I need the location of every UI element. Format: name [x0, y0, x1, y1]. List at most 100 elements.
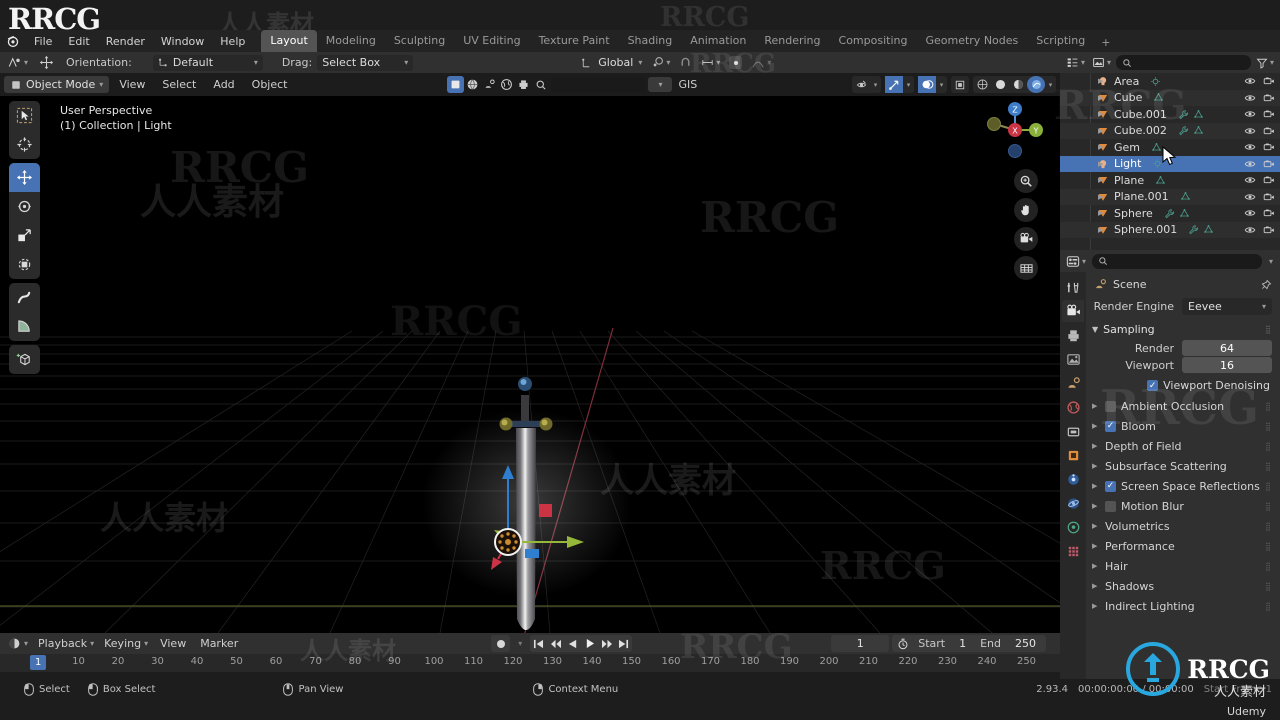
gizmo-caret-icon[interactable]: ▾ [903, 76, 914, 93]
camera-render-visibility-icon[interactable] [1263, 225, 1275, 235]
menu-help[interactable]: Help [212, 32, 253, 51]
camera-render-visibility-icon[interactable] [1263, 76, 1275, 86]
viewport-menu-add[interactable]: Add [206, 76, 241, 93]
eye-visibility-icon[interactable] [1244, 208, 1256, 218]
pin-icon[interactable] [1260, 279, 1272, 291]
start-frame-value[interactable]: 1 [951, 637, 974, 650]
menu-render[interactable]: Render [98, 32, 153, 51]
move-gizmo-icon[interactable] [36, 55, 57, 71]
property-panel-indirect-lighting[interactable]: ▶ Indirect Lighting ⣿ [1086, 596, 1280, 616]
outliner-editor-type-dropdown[interactable]: ▾ [1064, 55, 1087, 71]
camera-render-visibility-icon[interactable] [1263, 192, 1275, 202]
camera-render-visibility-icon[interactable] [1263, 126, 1275, 136]
workspace-tab-geometry-nodes[interactable]: Geometry Nodes [916, 30, 1027, 52]
physics-tab[interactable] [1062, 516, 1084, 538]
property-panel-motion-blur[interactable]: ▶ Motion Blur ⣿ [1086, 496, 1280, 516]
properties-search-input[interactable] [1092, 253, 1262, 269]
current-frame-field[interactable]: 1 [831, 635, 890, 652]
properties-editor[interactable]: ▾ ▾ Scene Render Engine Eevee ▾ ▼ Sampli… [1060, 250, 1280, 679]
outliner-row-plane-001[interactable]: ▶ Plane.001 [1060, 188, 1280, 205]
jump-to-end-button[interactable] [615, 635, 632, 652]
viewport-menu-select[interactable]: Select [155, 76, 203, 93]
gis-import-icon[interactable] [481, 76, 498, 93]
annotate-tool[interactable] [9, 283, 40, 312]
auto-keying-toggle[interactable] [491, 635, 511, 652]
camera-icon[interactable] [1014, 227, 1038, 251]
eye-visibility-icon[interactable] [1244, 76, 1256, 86]
timeline-editor-type-dropdown[interactable]: ▾ [4, 636, 32, 652]
eye-visibility-icon[interactable] [1244, 159, 1256, 169]
properties-options-caret-icon[interactable]: ▾ [1266, 257, 1276, 266]
active-tool-icon[interactable]: ▾ [4, 55, 31, 71]
workspace-tab-shading[interactable]: Shading [619, 30, 682, 52]
scene-tab[interactable] [1062, 372, 1084, 394]
property-panel-subsurface-scattering[interactable]: ▶ Subsurface Scattering ⣿ [1086, 456, 1280, 476]
play-reverse-button[interactable] [564, 635, 581, 652]
outliner-row-cube-002[interactable]: ▶ Cube.002 [1060, 122, 1280, 139]
play-button[interactable] [581, 635, 598, 652]
property-panel-depth-of-field[interactable]: ▶ Depth of Field ⣿ [1086, 436, 1280, 456]
viewport-menu-view[interactable]: View [112, 76, 152, 93]
collection-tab[interactable] [1062, 420, 1084, 442]
eye-visibility-icon[interactable] [1244, 142, 1256, 152]
particles-tab[interactable] [1062, 492, 1084, 514]
pan-hand-icon[interactable] [1014, 198, 1038, 222]
output-tab[interactable] [1062, 324, 1084, 346]
end-frame-value[interactable]: 250 [1007, 637, 1044, 650]
panel-enable-checkbox[interactable]: ✓ [1105, 480, 1116, 492]
render-samples-field[interactable]: 64 [1182, 340, 1272, 356]
eye-visibility-icon[interactable] [1244, 175, 1256, 185]
previous-keyframe-button[interactable] [547, 635, 564, 652]
gis-dropdown-caret-icon[interactable]: ▾ [648, 77, 673, 92]
toggle-xray-icon[interactable] [951, 76, 969, 93]
jump-to-start-button[interactable] [530, 635, 547, 652]
timeline-ruler[interactable]: 1 10 20 30 40 50 60 70 80 90 100 110 120 130 140 150 16… [0, 654, 1060, 672]
world-tab[interactable] [1062, 396, 1084, 418]
add-cube-tool[interactable] [9, 345, 40, 374]
wireframe-shading-icon[interactable] [973, 76, 991, 93]
outliner-filter-dropdown[interactable]: ▾ [1254, 57, 1276, 69]
workspace-tab-texture-paint[interactable]: Texture Paint [530, 30, 619, 52]
property-panel-ambient-occlusion[interactable]: ▶ Ambient Occlusion ⣿ [1086, 396, 1280, 416]
property-panel-hair[interactable]: ▶ Hair ⣿ [1086, 556, 1280, 576]
workspace-tab-animation[interactable]: Animation [681, 30, 755, 52]
grid-icon[interactable] [1014, 256, 1038, 280]
gis-search-input[interactable] [551, 77, 647, 92]
cursor-tool[interactable] [9, 130, 40, 159]
render-tab[interactable] [1062, 300, 1084, 322]
eye-visibility-icon[interactable] [1244, 126, 1256, 136]
show-gizmo-icon[interactable] [885, 76, 903, 93]
panel-enable-checkbox[interactable] [1105, 400, 1116, 412]
object-visibility-icon[interactable] [852, 76, 870, 93]
pivot-point-dropdown[interactable]: ▾ [648, 55, 673, 71]
panel-enable-checkbox[interactable] [1105, 500, 1116, 512]
outliner-row-area[interactable]: ▶ Area [1060, 73, 1280, 90]
camera-render-visibility-icon[interactable] [1263, 142, 1275, 152]
overlay-caret-icon[interactable]: ▾ [936, 76, 947, 93]
object-tab[interactable] [1062, 444, 1084, 466]
next-keyframe-button[interactable] [598, 635, 615, 652]
timeline-playhead[interactable]: 1 [30, 655, 47, 670]
outliner-row-plane[interactable]: ▶ Plane [1060, 172, 1280, 189]
show-overlays-icon[interactable] [918, 76, 936, 93]
workspace-tab-compositing[interactable]: Compositing [830, 30, 917, 52]
transform-orientation-dropdown[interactable]: Global ▾ [578, 55, 645, 71]
eye-visibility-icon[interactable] [1244, 93, 1256, 103]
workspace-tab-rendering[interactable]: Rendering [755, 30, 829, 52]
proportional-editing-toggle[interactable] [726, 55, 745, 71]
move-tool[interactable] [9, 163, 40, 192]
timeline-editor[interactable]: ▾ Playback ▾ Keying ▾ View Marker ▾ 1 St… [0, 627, 1060, 679]
timeline-menu-marker[interactable]: Marker [194, 635, 244, 652]
render-engine-dropdown[interactable]: Eevee ▾ [1182, 298, 1272, 315]
scale-tool[interactable] [9, 221, 40, 250]
shading-caret-icon[interactable]: ▾ [1045, 76, 1056, 93]
camera-render-visibility-icon[interactable] [1263, 93, 1275, 103]
solid-shading-icon[interactable] [991, 76, 1009, 93]
eye-visibility-icon[interactable] [1244, 192, 1256, 202]
outliner-row-cube-001[interactable]: ▶ Cube.001 [1060, 106, 1280, 123]
camera-render-visibility-icon[interactable] [1263, 109, 1275, 119]
camera-render-visibility-icon[interactable] [1263, 159, 1275, 169]
modifier-tab[interactable] [1062, 468, 1084, 490]
rendered-shading-icon[interactable] [1027, 76, 1045, 93]
eye-visibility-icon[interactable] [1244, 109, 1256, 119]
